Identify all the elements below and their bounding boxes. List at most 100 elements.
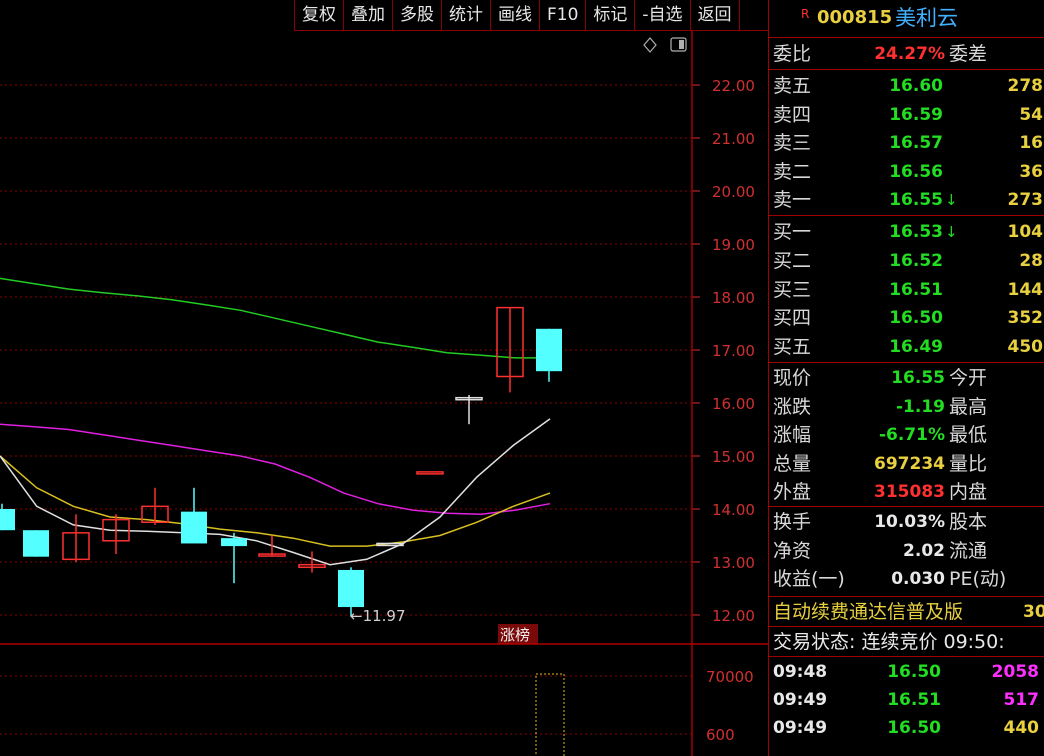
fund-value: 0.030	[891, 569, 945, 589]
toolbar-multi-stock-button[interactable]: 多股	[392, 0, 441, 30]
tick-row: 09:49 16.51 517	[769, 686, 1044, 714]
order-volume: 104	[1007, 222, 1044, 242]
sell-order-row: 卖一 16.55 ↓ 273	[769, 186, 1044, 214]
buy-order-row: 买二 16.52 28	[769, 247, 1044, 275]
diamond-icon[interactable]	[643, 37, 657, 53]
order-level-label: 买四	[773, 307, 812, 330]
order-price: 16.49	[889, 337, 943, 358]
kline-chart[interactable]: 22.00 21.00 20.00 19.00 18.00 17.00 16.00 15.00…	[0, 30, 768, 756]
fund-label-2: 股本	[949, 511, 988, 533]
stat-label-2: 最低	[949, 424, 988, 446]
toolbar-stats-button[interactable]: 统计	[441, 0, 490, 30]
stat-label-2: 今开	[949, 367, 988, 389]
order-price: 16.56	[889, 161, 943, 182]
stock-name: 美利云	[895, 6, 958, 30]
fund-row: 换手 10.03% 股本	[769, 508, 1044, 536]
candle-body	[536, 328, 562, 372]
toolbar-remove-watchlist-button[interactable]: -自选	[634, 0, 689, 30]
webi-row: 委比 24.27% 委差	[769, 40, 1044, 68]
ad-tail: 30	[1023, 602, 1044, 622]
order-level-label: 卖二	[773, 160, 812, 183]
ad-text[interactable]: 自动续费通达信普及版	[773, 598, 963, 626]
tick-time: 09:48	[773, 662, 828, 682]
fund-label: 净资	[773, 539, 812, 562]
candle-body	[416, 471, 444, 475]
volume-grid	[0, 675, 692, 735]
tick-time: 09:49	[773, 690, 828, 710]
price-tick-label: 13.00	[712, 554, 755, 572]
down-arrow-icon: ↓	[945, 191, 958, 209]
buy-order-row: 买三 16.51 144	[769, 276, 1044, 304]
stat-value: 16.55	[891, 368, 945, 388]
ad-row[interactable]: 自动续费通达信普及版 30	[769, 598, 1044, 626]
order-level-label: 买二	[773, 249, 812, 272]
fund-row: 收益(一) 0.030 PE(动)	[769, 565, 1044, 593]
r-mark: R	[801, 7, 810, 21]
stat-label: 涨幅	[773, 424, 812, 446]
tick-volume: 2058	[991, 662, 1039, 682]
chart-toolbar: 复权 叠加 多股 统计 画线 F10 标记 -自选 返回	[294, 0, 768, 31]
divider	[769, 215, 1044, 216]
toolbar-draw-button[interactable]: 画线	[490, 0, 539, 30]
tick-row: 09:49 16.50 440	[769, 714, 1044, 742]
price-tick-label: 15.00	[712, 448, 755, 466]
order-volume: 352	[1007, 308, 1044, 329]
order-volume: 450	[1007, 337, 1044, 358]
fund-row: 净资 2.02 流通	[769, 537, 1044, 565]
stat-row: 涨跌 -1.19 最高	[769, 393, 1044, 421]
order-price: 16.60	[889, 76, 943, 96]
tick-time: 09:49	[773, 718, 828, 738]
quote-panel: R 000815 美利云 委比 24.27% 委差 卖五 16.60 278 卖…	[768, 0, 1044, 756]
candle-body	[0, 509, 15, 531]
order-level-label: 买一	[773, 221, 812, 243]
order-volume: 273	[1007, 190, 1044, 210]
price-tick-label: 16.00	[712, 395, 755, 413]
divider	[769, 37, 1044, 38]
price-tick-label: 17.00	[712, 342, 755, 360]
stat-label: 外盘	[773, 481, 812, 503]
order-price: 16.57	[889, 133, 943, 153]
tick-row: 09:48 16.50 2058	[769, 658, 1044, 686]
divider	[769, 596, 1044, 597]
toolbar-f10-button[interactable]: F10	[539, 0, 585, 30]
order-level-label: 买三	[773, 278, 812, 301]
order-volume: 278	[1007, 76, 1044, 96]
price-tick-label: 19.00	[712, 236, 755, 254]
panel-toggle-icon[interactable]	[670, 37, 687, 52]
candlesticks	[0, 306, 562, 617]
stat-value: -6.71%	[878, 425, 945, 445]
volume-tick-70000: 70000	[706, 668, 754, 686]
down-arrow-icon: ↓	[945, 223, 958, 241]
price-tick-label: 18.00	[712, 289, 755, 307]
divider	[769, 362, 1044, 363]
weicha-label: 委差	[949, 43, 988, 65]
order-level-label: 卖三	[773, 132, 812, 154]
ma-line-green	[0, 277, 550, 359]
tick-price: 16.50	[887, 718, 941, 738]
stat-label: 总量	[773, 452, 812, 475]
order-price: 16.50	[889, 308, 943, 329]
toolbar-fuquan-button[interactable]: 复权	[294, 0, 343, 30]
toolbar-mark-button[interactable]: 标记	[585, 0, 634, 30]
sell-order-row: 卖三 16.57 16	[769, 129, 1044, 157]
order-price: 16.59	[889, 104, 943, 125]
webi-label: 委比	[773, 43, 812, 65]
stat-row: 总量 697234 量比	[769, 450, 1044, 478]
order-price: 16.53	[889, 222, 943, 242]
sell-order-row: 卖四 16.59 54	[769, 101, 1044, 129]
toolbar-overlay-button[interactable]: 叠加	[343, 0, 392, 30]
price-tick-label: 22.00	[712, 77, 755, 95]
toolbar-back-button[interactable]: 返回	[689, 0, 740, 30]
fund-value: 10.03%	[874, 512, 945, 532]
order-volume: 16	[1019, 133, 1043, 153]
buy-order-row: 买一 16.53 ↓ 104	[769, 218, 1044, 246]
order-volume: 28	[1019, 250, 1043, 271]
order-price: 16.52	[889, 250, 943, 271]
price-tick-label: 12.00	[712, 607, 755, 625]
stat-label: 涨跌	[773, 395, 812, 418]
order-level-label: 卖一	[773, 189, 812, 211]
limit-up-badge[interactable]: 涨榜	[500, 626, 530, 644]
candle-body	[181, 511, 207, 544]
candle-body	[221, 538, 247, 547]
order-level-label: 卖五	[773, 75, 812, 97]
